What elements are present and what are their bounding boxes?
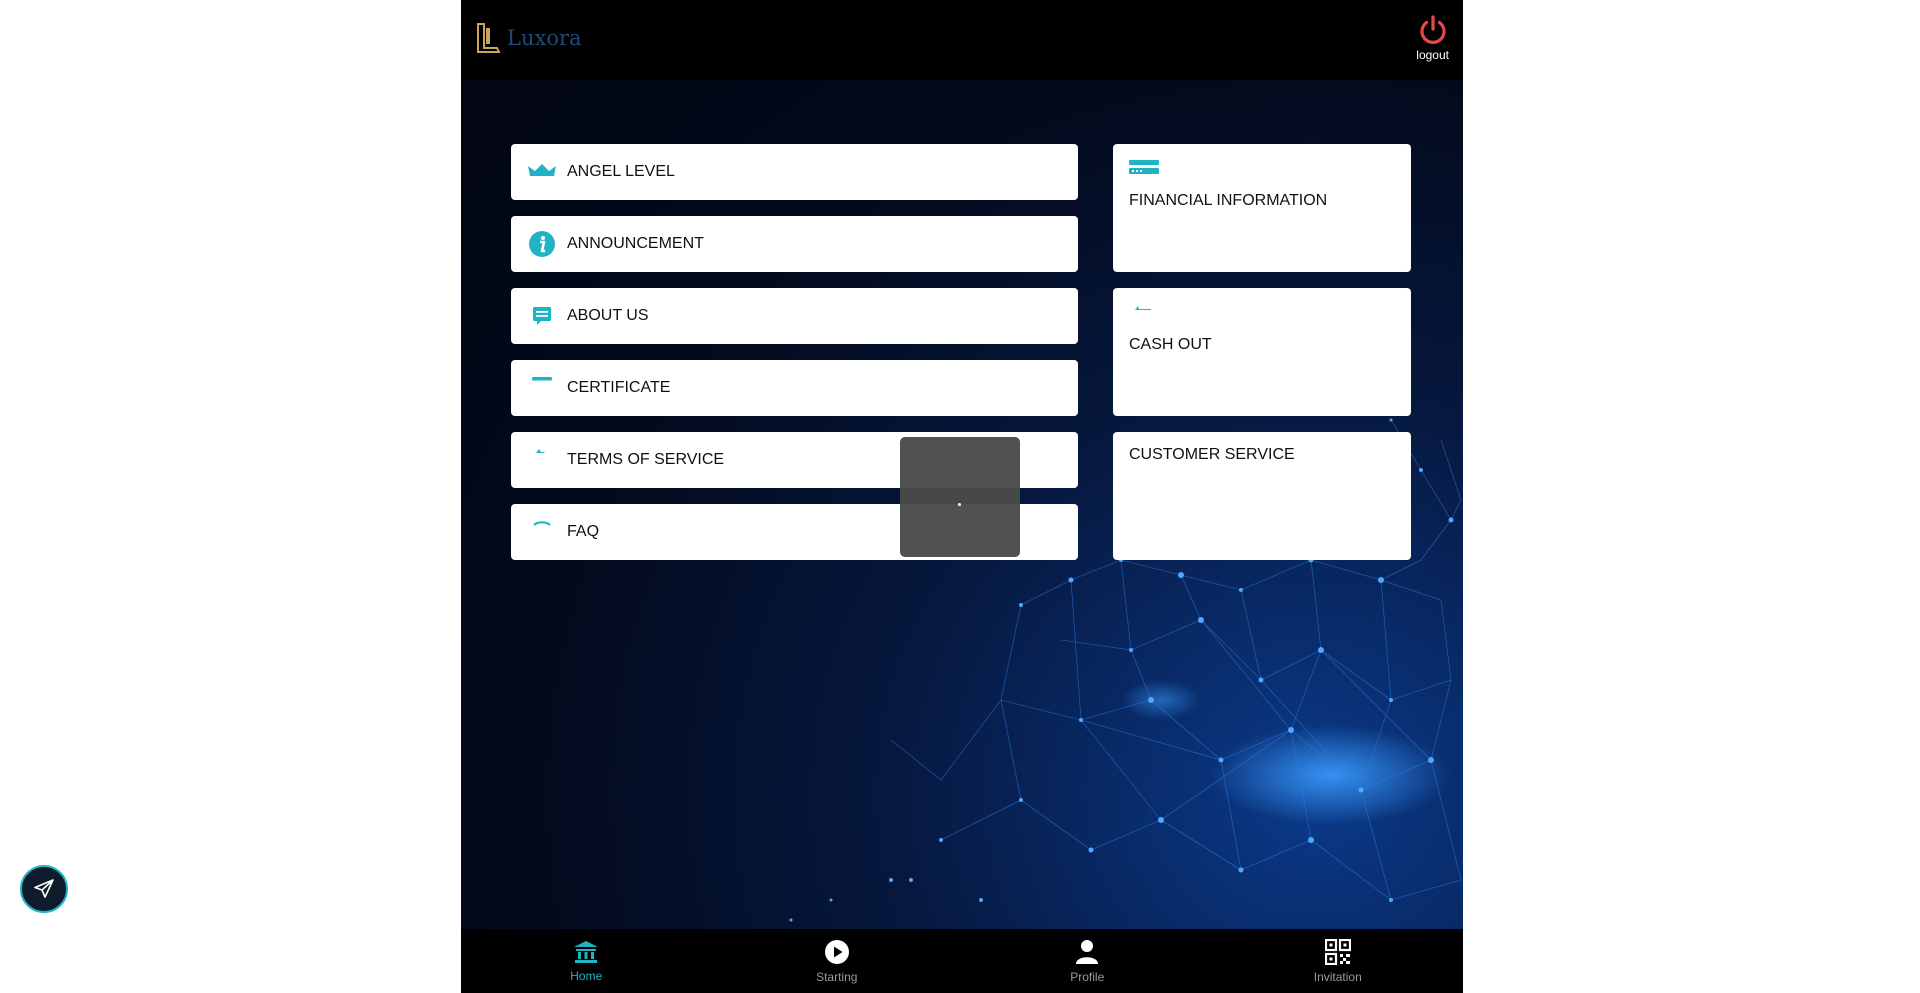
card-label: CUSTOMER SERVICE xyxy=(1129,446,1295,463)
power-icon xyxy=(1420,15,1446,44)
user-icon xyxy=(1076,939,1099,964)
menu-item-label: ANGEL LEVEL xyxy=(567,163,675,180)
message-icon xyxy=(527,301,557,331)
menu-item-label: ABOUT US xyxy=(567,307,649,324)
menu-item-label: CERTIFICATE xyxy=(567,379,671,396)
brand-logo[interactable]: Luxora xyxy=(475,22,582,54)
menu-item-announcement[interactable]: ANNOUNCEMENT xyxy=(511,216,1078,272)
card-customer-service[interactable]: CUSTOMER SERVICE xyxy=(1113,432,1411,560)
quick-actions: FINANCIAL INFORMATION CASH OUT CUSTOMER … xyxy=(1113,144,1411,576)
nav-item-starting[interactable]: Starting xyxy=(712,929,963,993)
loading-spinner-icon xyxy=(958,503,961,506)
menu-item-label: ANNOUNCEMENT xyxy=(567,235,704,252)
play-icon xyxy=(824,939,849,964)
nav-label: Home xyxy=(570,968,603,983)
logout-label: logout xyxy=(1416,48,1449,62)
brand-name: Luxora xyxy=(507,26,582,50)
telegram-button[interactable] xyxy=(20,865,68,913)
nav-item-profile[interactable]: Profile xyxy=(962,929,1213,993)
question-icon xyxy=(527,517,557,547)
info-icon xyxy=(527,229,557,259)
menu-item-label: TERMS OF SERVICE xyxy=(567,451,725,468)
bottom-navigation: Home Starting Profile Invitation xyxy=(461,929,1463,993)
nav-label: Invitation xyxy=(1313,969,1362,984)
menu-item-angel-level[interactable]: ANGEL LEVEL xyxy=(511,144,1078,200)
menu-item-label: FAQ xyxy=(567,523,600,540)
nav-item-invitation[interactable]: Invitation xyxy=(1213,929,1464,993)
certificate-icon xyxy=(527,373,557,403)
logout-button[interactable]: logout xyxy=(1416,14,1449,62)
nav-item-home[interactable]: Home xyxy=(461,929,712,993)
send-icon xyxy=(34,879,54,898)
loading-overlay xyxy=(900,437,1020,557)
credit-card-icon xyxy=(1129,160,1159,174)
card-cash-out[interactable]: CASH OUT xyxy=(1113,288,1411,416)
card-label: CASH OUT xyxy=(1129,336,1212,353)
nav-label: Profile xyxy=(1070,969,1105,984)
logo-mark-icon xyxy=(477,23,501,53)
nav-label: Starting xyxy=(816,969,858,984)
menu-item-about-us[interactable]: ABOUT US xyxy=(511,288,1078,344)
menu-item-certificate[interactable]: CERTIFICATE xyxy=(511,360,1078,416)
card-financial-information[interactable]: FINANCIAL INFORMATION xyxy=(1113,144,1411,272)
document-icon xyxy=(527,445,557,475)
qr-code-icon xyxy=(1324,938,1351,965)
withdraw-icon xyxy=(1135,306,1151,310)
top-header: Luxora logout xyxy=(461,0,1463,80)
crown-icon xyxy=(527,157,557,187)
bank-icon xyxy=(574,940,599,963)
card-label: FINANCIAL INFORMATION xyxy=(1129,192,1328,209)
app-container: Luxora logout ANGEL LEVEL ANNOUNCEMENT A… xyxy=(461,0,1463,993)
